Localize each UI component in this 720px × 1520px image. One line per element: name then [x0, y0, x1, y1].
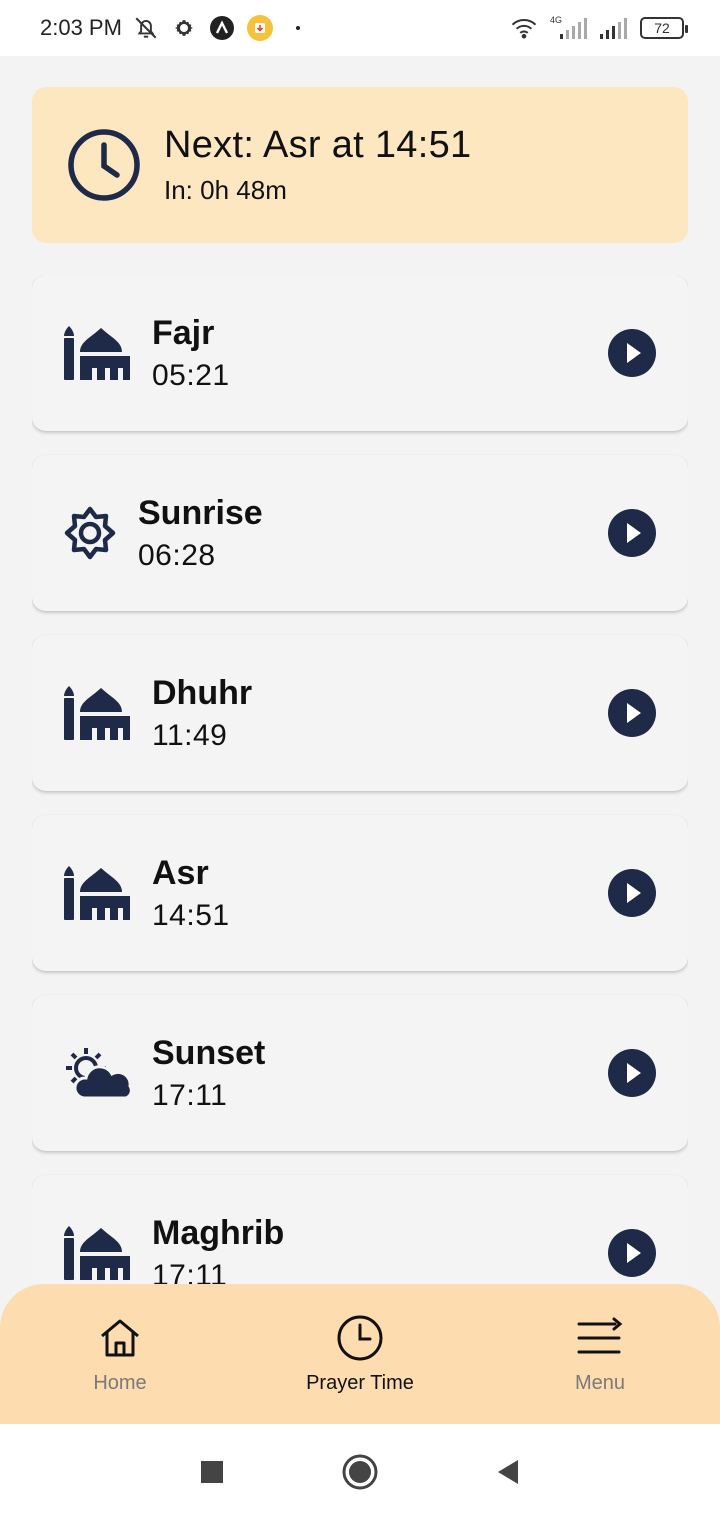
cloud-sun-icon [62, 1043, 132, 1103]
play-icon [627, 523, 641, 543]
prayer-text: Sunset 17:11 [152, 1034, 265, 1113]
clock-icon [66, 127, 142, 203]
play-adhan-button[interactable] [608, 869, 656, 917]
bottom-nav: Home Prayer Time Menu [0, 1284, 720, 1424]
play-adhan-button[interactable] [608, 1049, 656, 1097]
prayer-time: 14:51 [152, 898, 230, 932]
network-label: 4G [550, 15, 562, 25]
play-icon [627, 343, 641, 363]
recents-button[interactable] [188, 1448, 236, 1496]
prayer-card-asr[interactable]: Asr 14:51 [32, 815, 688, 971]
prayer-name: Sunset [152, 1033, 266, 1072]
mosque-icon [62, 323, 132, 383]
status-left: 2:03 PM [40, 14, 312, 42]
app-a-icon [208, 14, 236, 42]
play-adhan-button[interactable] [608, 689, 656, 737]
prayer-card-maghrib[interactable]: Maghrib 17:11 [32, 1175, 688, 1285]
prayer-name: Sunrise [138, 493, 263, 532]
prayer-time: 05:21 [152, 358, 230, 392]
bell-off-icon [132, 14, 160, 42]
prayer-name: Maghrib [152, 1213, 285, 1252]
play-icon [627, 1063, 641, 1083]
wifi-icon [510, 14, 538, 42]
signal-4g-icon: 4G [548, 14, 588, 42]
prayer-text: Dhuhr 11:49 [152, 674, 252, 753]
play-icon [627, 1243, 641, 1263]
circle-icon [342, 1454, 378, 1490]
prayer-text: Fajr 05:21 [152, 314, 230, 393]
prayer-list[interactable]: Fajr 05:21 Sunrise 06:28 Dhuhr 11:49 Asr… [32, 275, 688, 1285]
prayer-time: 17:11 [152, 1258, 228, 1286]
next-prayer-title: Next: Asr at 14:51 [164, 124, 472, 166]
prayer-name: Asr [152, 853, 209, 892]
prayer-name: Fajr [152, 313, 215, 352]
prayer-card-sunset[interactable]: Sunset 17:11 [32, 995, 688, 1151]
prayer-card-dhuhr[interactable]: Dhuhr 11:49 [32, 635, 688, 791]
clock-icon [336, 1314, 384, 1362]
settings-icon [170, 14, 198, 42]
status-bar: 2:03 PM 4G 72 [0, 0, 720, 56]
prayer-card-sunrise[interactable]: Sunrise 06:28 [32, 455, 688, 611]
prayer-time: 11:49 [152, 718, 228, 752]
prayer-text: Sunrise 06:28 [138, 494, 263, 573]
play-adhan-button[interactable] [608, 329, 656, 377]
mosque-icon [62, 683, 132, 743]
triangle-back-icon [498, 1460, 518, 1484]
nav-menu[interactable]: Menu [540, 1314, 660, 1395]
mosque-icon [62, 863, 132, 923]
prayer-name: Dhuhr [152, 673, 253, 712]
home-icon [96, 1314, 144, 1362]
nav-prayer-time[interactable]: Prayer Time [300, 1314, 420, 1395]
next-prayer-text: Next: Asr at 14:51 In: 0h 48m [164, 124, 471, 206]
prayer-card-fajr[interactable]: Fajr 05:21 [32, 275, 688, 431]
battery-indicator: 72 [640, 17, 688, 39]
signal-icon [598, 14, 630, 42]
play-adhan-button[interactable] [608, 1229, 656, 1277]
square-icon [201, 1461, 223, 1483]
play-icon [627, 703, 641, 723]
dot-icon [284, 14, 312, 42]
sun-gear-icon [62, 503, 118, 563]
prayer-text: Asr 14:51 [152, 854, 230, 933]
nav-prayer-time-label: Prayer Time [306, 1371, 414, 1394]
status-time: 2:03 PM [40, 15, 122, 40]
prayer-time: 06:28 [138, 538, 216, 572]
download-badge-icon [246, 14, 274, 42]
prayer-text: Maghrib 17:11 [152, 1214, 284, 1286]
nav-home[interactable]: Home [60, 1314, 180, 1395]
status-right: 4G 72 [510, 14, 688, 42]
prayer-time: 17:11 [152, 1078, 228, 1112]
menu-icon [576, 1314, 624, 1362]
play-adhan-button[interactable] [608, 509, 656, 557]
nav-home-label: Home [93, 1371, 147, 1394]
nav-menu-label: Menu [574, 1371, 626, 1394]
mosque-icon [62, 1223, 132, 1283]
home-button[interactable] [336, 1448, 384, 1496]
back-button[interactable] [484, 1448, 532, 1496]
next-prayer-banner: Next: Asr at 14:51 In: 0h 48m [32, 87, 688, 243]
system-nav-bar [0, 1424, 720, 1520]
play-icon [627, 883, 641, 903]
next-prayer-countdown: In: 0h 48m [164, 175, 287, 205]
